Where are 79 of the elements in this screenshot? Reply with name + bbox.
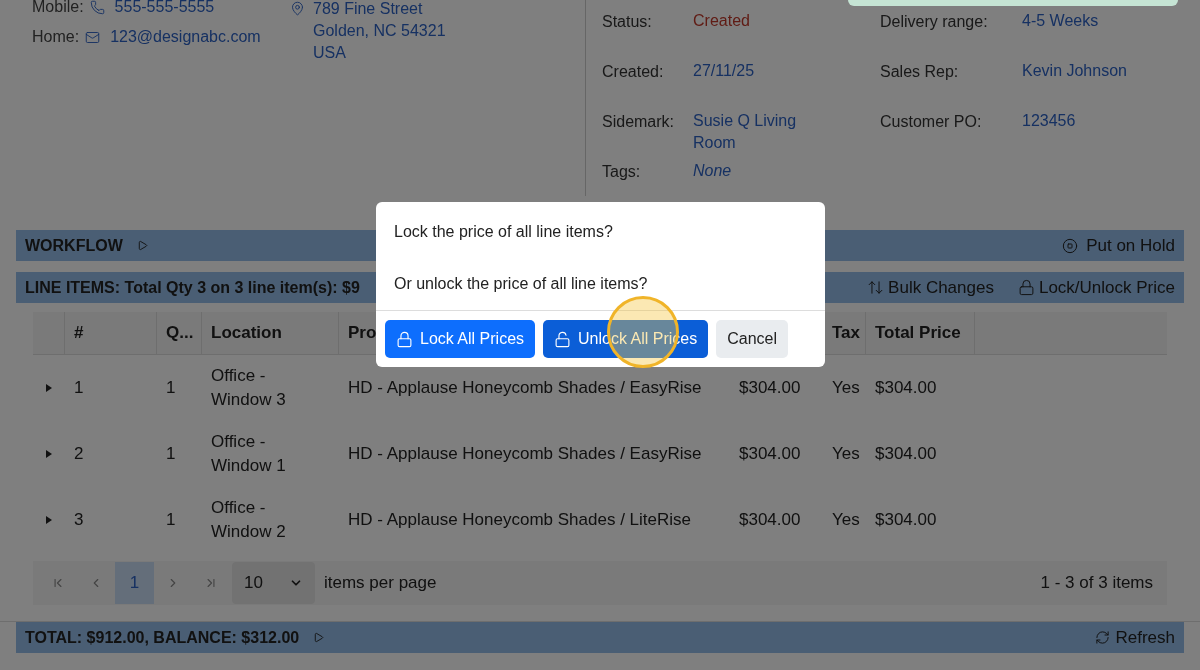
table-cell: 1 (166, 444, 176, 463)
pager-summary: 1 - 3 of 3 items (1040, 572, 1153, 595)
toolbar-button[interactable]: Lock/Unlock Price (1017, 274, 1175, 301)
contact-label: Home: (32, 27, 80, 47)
section-title: WORKFLOW (25, 235, 123, 256)
lock-prices-button[interactable]: Lock All Prices (385, 320, 536, 358)
location-pin-icon (290, 1, 305, 16)
table-cell: HD - Applause Honeycomb Shades / EasyRise (348, 378, 702, 397)
up-down-arrows-icon (867, 279, 885, 296)
address-line: 789 Fine Street (313, 0, 424, 19)
detail-value: 4-5 Weeks (1022, 11, 1100, 31)
table-cell: $304.00 (875, 510, 937, 529)
expand-caret-icon[interactable] (46, 384, 52, 392)
padlock-icon (396, 330, 413, 348)
table-cell: Yes (832, 378, 860, 397)
page-size-select[interactable]: 10 (232, 562, 315, 604)
table-cell: Office - Window 1 (211, 432, 286, 475)
table-cell: $304.00 (739, 510, 801, 529)
detail-value: 27/11/25 (693, 61, 756, 81)
table-cell: Yes (832, 444, 860, 463)
refresh-icon (1095, 630, 1111, 645)
detail-label: Status: (602, 12, 653, 32)
page-number-button[interactable]: 1 (115, 562, 154, 604)
table-cell: 1 (166, 510, 176, 529)
column-header[interactable]: Pro (348, 320, 377, 346)
table-cell: HD - Applause Honeycomb Shades / LiteRise (348, 510, 691, 529)
table-cell: HD - Applause Honeycomb Shades / EasyRise (348, 444, 702, 463)
table-cell: 1 (166, 378, 176, 397)
column-header[interactable]: Tax (832, 320, 861, 346)
table-cell: Yes (832, 510, 860, 529)
contact-link[interactable]: 123@designabc.com (110, 25, 261, 49)
column-header[interactable]: Location (211, 320, 282, 346)
address-line: USA (313, 43, 347, 63)
detail-label: Created: (602, 62, 665, 82)
expand-caret-icon[interactable] (46, 516, 52, 524)
table-cell: 3 (74, 510, 84, 529)
table-cell: $304.00 (875, 444, 937, 463)
detail-label: Delivery range: (880, 12, 989, 32)
detail-label: Customer PO: (880, 112, 983, 132)
detail-value: Created (693, 11, 751, 31)
table-cell: Office - Window 2 (211, 498, 286, 541)
dialog-message: Lock the price of all line items? (394, 222, 614, 242)
expand-arrow-icon[interactable] (136, 240, 148, 251)
table-cell: 1 (74, 378, 84, 397)
first-page-icon[interactable] (51, 576, 65, 590)
phone-icon (89, 0, 105, 15)
column-header[interactable]: # (74, 320, 84, 346)
items-per-page-label: items per page (324, 572, 437, 595)
expand-arrow-icon[interactable] (313, 632, 325, 643)
email-icon (85, 29, 101, 45)
column-header[interactable]: Q... (166, 320, 194, 346)
table-cell: $304.00 (739, 378, 801, 397)
contact-link[interactable]: 555-555-5555 (114, 0, 215, 19)
stop-circle-icon (1062, 237, 1079, 254)
section-title: LINE ITEMS: Total Qty 3 on 3 line item(s): $9 (25, 277, 360, 298)
dialog-message: Or unlock the price of all line items? (394, 274, 649, 294)
detail-label: Sidemark: (602, 112, 676, 132)
put-on-hold-button[interactable]: Put on Hold (1062, 232, 1175, 259)
column-header[interactable]: Total Price (875, 320, 961, 346)
detail-label: Sales Rep: (880, 62, 960, 82)
detail-value: None (693, 161, 733, 181)
section-title: TOTAL: $912.00, BALANCE: $312.00 (25, 627, 300, 648)
last-page-icon[interactable] (204, 576, 218, 590)
contact-label: Mobile: (32, 0, 84, 17)
detail-value: 123456 (1022, 111, 1077, 131)
table-cell: Office - Window 3 (211, 366, 286, 409)
expand-caret-icon[interactable] (46, 450, 52, 458)
detail-value: Kevin Johnson (1022, 61, 1128, 81)
toolbar-button[interactable]: Bulk Changes (867, 274, 994, 301)
table-cell: $304.00 (875, 378, 937, 397)
address-line: Golden, NC 54321 (313, 21, 446, 41)
detail-label: Tags: (602, 162, 642, 182)
refresh-button[interactable]: Refresh (1095, 624, 1175, 651)
table-cell: 2 (74, 444, 84, 463)
detail-value: Susie Q Living Room (693, 111, 798, 153)
padlock-icon (1017, 279, 1035, 296)
open-padlock-icon (554, 330, 572, 348)
cancel-button[interactable]: Cancel (716, 320, 788, 358)
table-cell: $304.00 (739, 444, 801, 463)
